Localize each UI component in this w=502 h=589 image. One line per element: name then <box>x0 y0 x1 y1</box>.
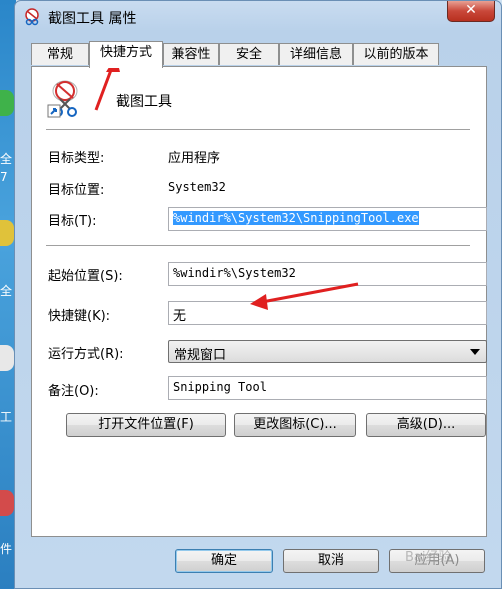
target-type-value: 应用程序 <box>168 151 221 166</box>
divider <box>46 129 470 130</box>
change-icon-button[interactable]: 更改图标(C)... <box>234 413 356 437</box>
target-input-value: %windir%\System32\SnippingTool.exe <box>173 211 419 225</box>
shortcut-panel: 截图工具 目标类型: 应用程序 目标位置: System32 目标(T): %w… <box>31 66 487 537</box>
start-in-input[interactable]: %windir%\System32 <box>168 262 487 286</box>
hotkey-input[interactable]: 无 <box>168 301 487 325</box>
run-label: 运行方式(R): <box>48 347 124 362</box>
target-location-label: 目标位置: <box>48 183 105 198</box>
target-location-value: System32 <box>168 180 226 194</box>
ok-button[interactable]: 确定 <box>175 549 273 573</box>
run-mode-value: 常规窗口 <box>174 348 227 363</box>
tab-previous-versions[interactable]: 以前的版本 <box>353 43 439 65</box>
cancel-button[interactable]: 取消 <box>283 549 379 573</box>
chevron-down-icon <box>470 349 480 355</box>
desktop-app-icon[interactable] <box>0 345 14 371</box>
run-mode-select[interactable]: 常规窗口 <box>168 340 487 363</box>
start-in-label: 起始位置(S): <box>48 269 123 284</box>
tab-general[interactable]: 常规 <box>31 43 89 65</box>
hotkey-label: 快捷键(K): <box>48 309 111 324</box>
close-button[interactable]: ✕ <box>447 1 495 22</box>
snipping-tool-icon <box>23 8 41 26</box>
advanced-button[interactable]: 高级(D)... <box>366 413 486 437</box>
tab-shortcut[interactable]: 快捷方式 <box>89 41 163 68</box>
comment-input-value: Snipping Tool <box>173 380 267 394</box>
tab-details[interactable]: 详细信息 <box>279 43 353 65</box>
title-bar[interactable]: 截图工具 属性 ✕ <box>15 1 501 35</box>
target-input[interactable]: %windir%\System32\SnippingTool.exe <box>168 207 487 231</box>
desktop-app-icon[interactable] <box>0 90 14 116</box>
tab-security[interactable]: 安全 <box>219 43 279 65</box>
tab-compatibility[interactable]: 兼容性 <box>163 43 219 65</box>
desktop-app-icon[interactable] <box>0 220 14 246</box>
window-title: 截图工具 属性 <box>48 11 137 27</box>
hotkey-input-value: 无 <box>173 309 187 324</box>
divider <box>46 245 470 246</box>
snipping-tool-shortcut-icon <box>46 79 80 119</box>
start-in-input-value: %windir%\System32 <box>173 266 296 280</box>
desktop-app-icon[interactable] <box>0 490 14 516</box>
target-label: 目标(T): <box>48 214 97 229</box>
comment-label: 备注(O): <box>48 384 99 399</box>
app-name: 截图工具 <box>116 94 172 110</box>
watermark: Bai经验 <box>405 550 452 565</box>
close-icon: ✕ <box>465 2 477 18</box>
open-file-location-button[interactable]: 打开文件位置(F) <box>66 413 226 437</box>
properties-window: 截图工具 属性 ✕ 常规 快捷方式 兼容性 安全 详细信息 以前的版本 截图工具… <box>14 0 502 589</box>
comment-input[interactable]: Snipping Tool <box>168 376 487 400</box>
target-type-label: 目标类型: <box>48 151 105 166</box>
